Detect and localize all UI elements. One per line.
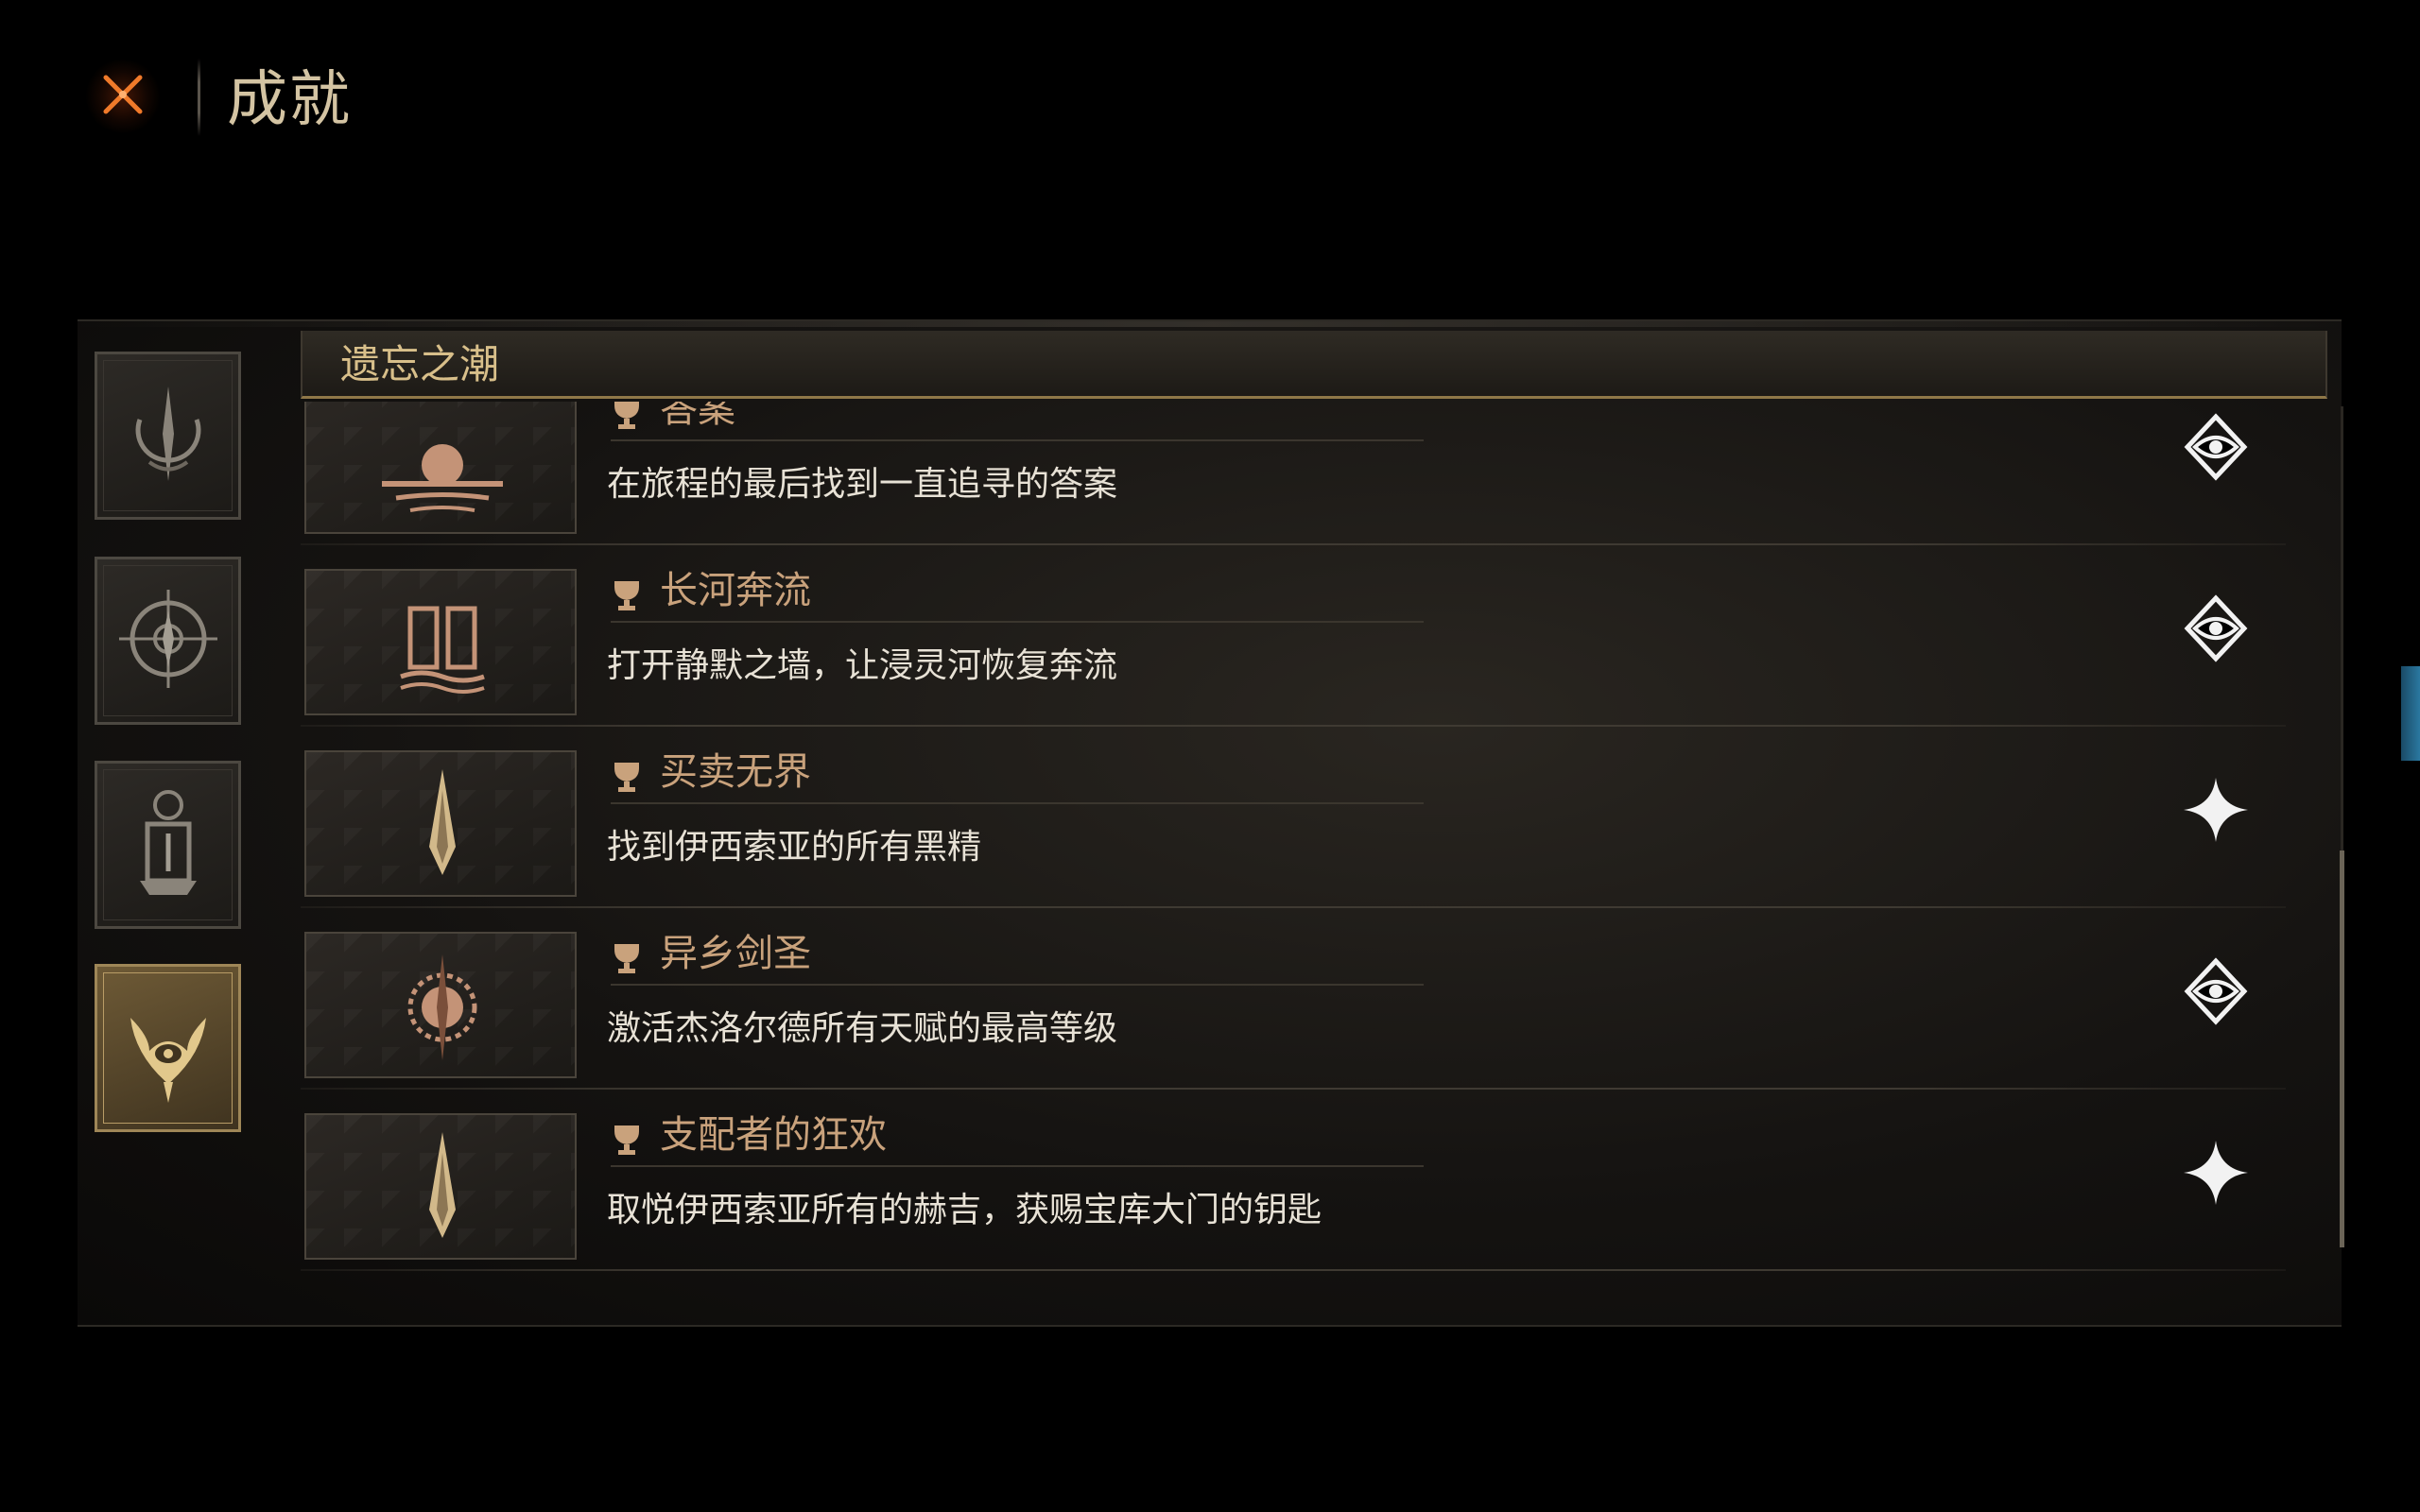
achievement-description: 激活杰洛尔德所有天赋的最高等级	[607, 1009, 1118, 1048]
achievement-emblem	[304, 750, 577, 897]
achievement-title: 异乡剑圣	[660, 932, 811, 975]
row-divider	[301, 1269, 2286, 1271]
achievement-row[interactable]: 买卖无界 找到伊西索亚的所有黑精	[301, 727, 2286, 908]
achievement-title: 答案	[660, 402, 735, 431]
horned-eye-icon	[112, 980, 225, 1116]
achievement-emblem	[304, 1113, 577, 1260]
compass-rune-icon	[112, 573, 225, 709]
achievement-title-wrap: 支配者的狂欢	[611, 1107, 1424, 1167]
unlocked-eye-icon	[2178, 591, 2254, 666]
trophy-icon	[611, 759, 643, 795]
category-tab-3[interactable]	[95, 761, 241, 929]
achievement-title-wrap: 长河奔流	[611, 562, 1424, 623]
achievement-row[interactable]: 答案 在旅程的最后找到一直追寻的答案	[301, 402, 2286, 545]
category-tab-1[interactable]	[95, 352, 241, 520]
crescent-spire-icon	[112, 368, 225, 504]
achievements-screen: 成就 遗忘之潮 答案 在旅程的最后找到一直追寻的答案 长河奔流 打开静默之墙，让…	[0, 0, 2420, 1512]
achievement-title: 买卖无界	[660, 750, 811, 794]
achievement-title-wrap: 答案	[611, 402, 1424, 441]
lantern-shrine-icon	[112, 777, 225, 913]
close-button[interactable]	[85, 59, 161, 134]
locked-star-icon	[2178, 1135, 2254, 1211]
close-x-icon	[93, 64, 153, 129]
achievement-description: 在旅程的最后找到一直追寻的答案	[607, 465, 1118, 504]
achievement-description: 打开静默之墙，让浸灵河恢复奔流	[607, 646, 1118, 685]
achievement-emblem	[304, 569, 577, 715]
achievement-emblem	[304, 402, 577, 534]
page-title: 成就	[227, 65, 352, 135]
achievement-row[interactable]: 异乡剑圣 激活杰洛尔德所有天赋的最高等级	[301, 908, 2286, 1090]
trophy-icon	[611, 940, 643, 976]
unlocked-eye-icon	[2178, 409, 2254, 485]
header-divider	[198, 59, 200, 136]
section-header: 遗忘之潮	[301, 331, 2327, 399]
achievement-description: 取悦伊西索亚所有的赫吉，获赐宝库大门的钥匙	[607, 1191, 1322, 1229]
category-tab-4[interactable]	[95, 964, 241, 1132]
achievement-description: 找到伊西索亚的所有黑精	[607, 828, 982, 867]
locked-star-icon	[2178, 772, 2254, 848]
section-title: 遗忘之潮	[340, 341, 500, 387]
trophy-icon	[611, 402, 643, 432]
scrollbar-thumb[interactable]	[2340, 850, 2344, 1247]
achievement-title: 支配者的狂欢	[660, 1113, 887, 1157]
achievement-title: 长河奔流	[660, 569, 811, 612]
achievement-emblem	[304, 932, 577, 1078]
achievement-row[interactable]: 支配者的狂欢 取悦伊西索亚所有的赫吉，获赐宝库大门的钥匙	[301, 1090, 2286, 1271]
achievement-title-wrap: 买卖无界	[611, 744, 1424, 804]
unlocked-eye-icon	[2178, 954, 2254, 1029]
achievement-list[interactable]: 答案 在旅程的最后找到一直追寻的答案 长河奔流 打开静默之墙，让浸灵河恢复奔流 …	[301, 402, 2342, 1271]
achievement-row[interactable]: 长河奔流 打开静默之墙，让浸灵河恢复奔流	[301, 545, 2286, 727]
edge-tab	[2401, 666, 2420, 761]
category-tab-2[interactable]	[95, 557, 241, 725]
trophy-icon	[611, 577, 643, 613]
trophy-icon	[611, 1122, 643, 1158]
achievement-title-wrap: 异乡剑圣	[611, 925, 1424, 986]
